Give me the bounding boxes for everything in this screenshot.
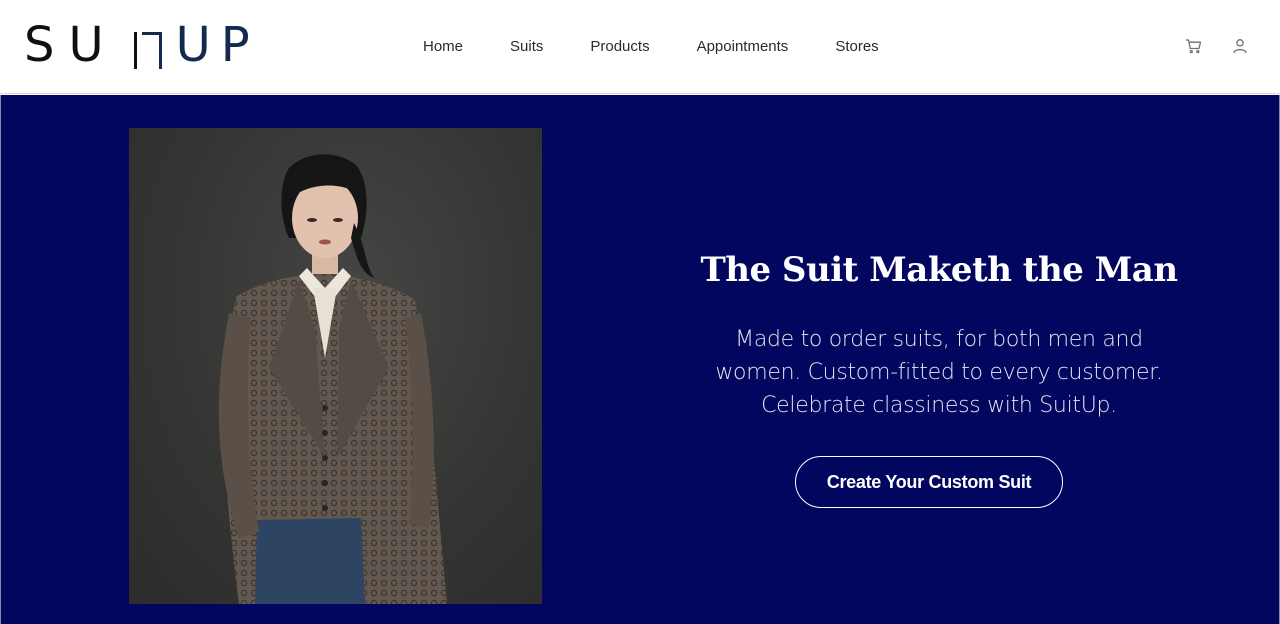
hero-subtext-line: Celebrate classiness with SuitUp. — [761, 393, 1117, 418]
hero-headline: The Suit Maketh the Man — [700, 250, 1178, 290]
hero-subtext-line: women. Custom-fitted to every customer. — [715, 360, 1163, 385]
logo-it-glyph — [128, 30, 162, 70]
nav-item-appointments[interactable]: Appointments — [697, 36, 789, 58]
hero-copy: The Suit Maketh the Man Made to order su… — [693, 245, 1185, 422]
hero-section: The Suit Maketh the Man Made to order su… — [0, 95, 1280, 624]
nav-item-home[interactable]: Home — [423, 36, 463, 58]
nav-item-products[interactable]: Products — [590, 36, 649, 58]
hero-subtext: Made to order suits, for both men and wo… — [693, 323, 1185, 422]
suitup-logo[interactable]: SU UP — [24, 18, 260, 70]
hero-subtext-line: Made to order suits, for both men and — [735, 327, 1143, 352]
user-account-icon[interactable] — [1230, 36, 1250, 56]
nav-item-stores[interactable]: Stores — [835, 36, 878, 58]
create-custom-suit-button[interactable]: Create Your Custom Suit — [795, 456, 1063, 508]
nav-item-suits[interactable]: Suits — [510, 36, 543, 58]
logo-text-up: UP — [175, 17, 260, 73]
main-nav: Home Suits Products Appointments Stores — [400, 36, 926, 58]
hero-model-photo — [129, 128, 542, 604]
shopping-cart-icon[interactable] — [1184, 36, 1204, 56]
logo-text-su: SU — [24, 17, 118, 73]
site-header: SU UP Home Suits Products Appointments S… — [0, 0, 1280, 94]
